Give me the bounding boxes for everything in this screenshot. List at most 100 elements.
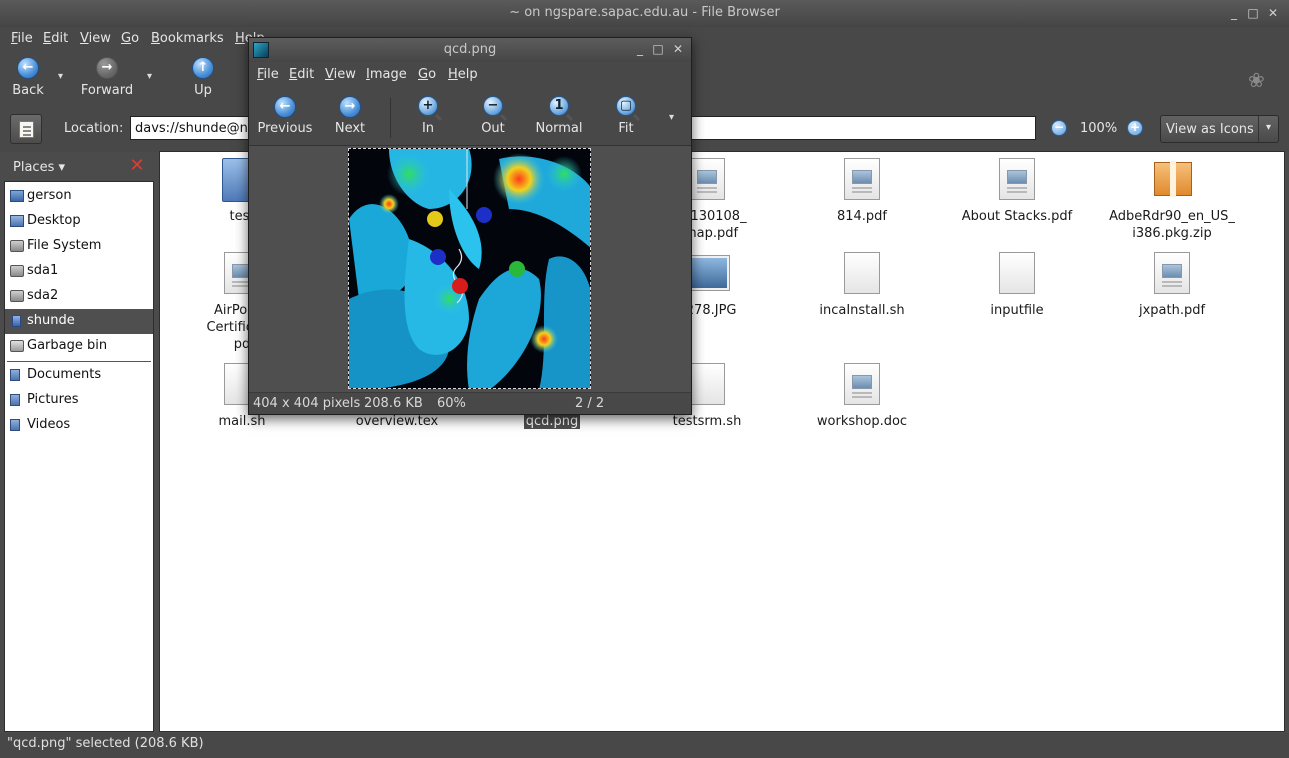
file-name: mail.sh	[218, 414, 266, 429]
status-text: "qcd.png" selected (208.6 KB)	[7, 736, 204, 751]
zoom-level[interactable]: 100%	[1080, 121, 1117, 136]
viewer-menubar: File Edit View Image Go Help	[249, 62, 691, 88]
up-arrow-icon: ↑	[192, 57, 214, 79]
file-name: incaInstall.sh	[819, 303, 905, 318]
file-item[interactable]: inputfile	[942, 252, 1092, 319]
blank-file-icon	[999, 252, 1035, 294]
sidebar-item-sda1[interactable]: sda1	[5, 259, 153, 284]
zoom-normal-icon: 1	[549, 96, 569, 116]
sidebar-item-videos[interactable]: Videos	[5, 413, 153, 438]
next-arrow-icon: →	[339, 96, 361, 118]
places-label: Places	[13, 160, 55, 175]
menu-edit[interactable]: Edit	[289, 67, 314, 82]
menu-image[interactable]: Image	[366, 67, 407, 82]
menu-file[interactable]: File	[257, 67, 279, 82]
back-button[interactable]: ← Back	[5, 57, 51, 103]
document-icon	[999, 158, 1035, 200]
file-item[interactable]: incaInstall.sh	[787, 252, 937, 319]
view-mode-select[interactable]: View as Icons ▾	[1160, 115, 1279, 143]
folder-icon	[10, 394, 20, 406]
previous-arrow-icon: ←	[274, 96, 296, 118]
home-folder-icon	[10, 190, 24, 202]
image-position: 2 / 2	[575, 396, 605, 411]
maximize-icon[interactable]: □	[1246, 6, 1260, 20]
minimize-icon[interactable]: _	[1227, 6, 1241, 20]
menu-view[interactable]: View	[325, 67, 356, 82]
menu-go[interactable]: Go	[418, 67, 436, 82]
sidebar-item-desktop[interactable]: Desktop	[5, 209, 153, 234]
sidebar-item-label: sda2	[27, 288, 59, 303]
normal-size-button[interactable]: 1 Normal	[532, 96, 586, 142]
toggle-location-entry-button[interactable]	[10, 114, 42, 144]
file-item[interactable]: jxpath.pdf	[1097, 252, 1247, 319]
viewer-statusbar: 404 x 404 pixels 208.6 KB 60% 2 / 2	[249, 392, 691, 414]
zoom-in-button[interactable]: + In	[406, 96, 450, 142]
file-name: jxpath.pdf	[1138, 303, 1206, 318]
sidebar-header: Places ▾ ✕	[4, 153, 154, 181]
file-item[interactable]: AdbeRdr90_en_US_ i386.pkg.zip	[1097, 158, 1247, 242]
desktop-icon	[10, 215, 24, 227]
menu-help[interactable]: Help	[448, 67, 478, 82]
forward-history-dropdown[interactable]: ▾	[147, 71, 152, 82]
statusbar: "qcd.png" selected (208.6 KB)	[0, 733, 1289, 758]
qcd-visualization	[349, 149, 590, 388]
up-label: Up	[194, 83, 212, 98]
close-sidebar-icon[interactable]: ✕	[129, 157, 145, 175]
places-dropdown[interactable]: Places ▾	[13, 160, 65, 175]
file-item[interactable]: About Stacks.pdf	[942, 158, 1092, 225]
normal-size-label: Normal	[535, 121, 583, 136]
folder-icon	[10, 419, 20, 431]
forward-label: Forward	[80, 83, 134, 98]
menu-file[interactable]: File	[11, 31, 33, 46]
sidebar-item-garbage-bin[interactable]: Garbage bin	[5, 334, 153, 359]
window-titlebar[interactable]: ~ on ngspare.sapac.edu.au - File Browser…	[0, 0, 1289, 27]
gnome-foot-icon: ❀	[1248, 68, 1265, 92]
best-fit-label: Fit	[618, 121, 634, 136]
view-mode-value: View as Icons	[1166, 122, 1254, 137]
sidebar-item-shunde[interactable]: shunde	[5, 309, 153, 334]
menu-edit[interactable]: Edit	[43, 31, 68, 46]
package-icon	[1154, 161, 1192, 197]
image-canvas[interactable]	[249, 146, 691, 392]
close-icon[interactable]: ✕	[1266, 6, 1280, 20]
sidebar-item-documents[interactable]: Documents	[5, 363, 153, 388]
zoom-in-icon[interactable]: +	[1127, 120, 1143, 136]
sidebar-item-label: gerson	[27, 188, 72, 203]
viewer-titlebar[interactable]: qcd.png _ □ ✕	[249, 38, 691, 62]
sidebar-item-label: Desktop	[27, 213, 81, 228]
sidebar-item-sda2[interactable]: sda2	[5, 284, 153, 309]
previous-button[interactable]: ← Previous	[255, 96, 315, 142]
file-item[interactable]: workshop.doc	[787, 363, 937, 430]
drive-icon	[10, 290, 24, 302]
file-name: qcd.png	[523, 414, 581, 429]
sidebar-item-pictures[interactable]: Pictures	[5, 388, 153, 413]
back-arrow-icon: ←	[17, 57, 39, 79]
best-fit-button[interactable]: ▢ Fit	[604, 96, 648, 142]
qcd-image	[348, 148, 591, 389]
file-name: workshop.doc	[816, 414, 908, 429]
drive-icon	[10, 265, 24, 277]
image-viewer-window: qcd.png _ □ ✕ File Edit View Image Go He…	[248, 37, 692, 415]
zoom-out-button[interactable]: − Out	[471, 96, 515, 142]
sidebar-item-gerson[interactable]: gerson	[5, 184, 153, 209]
file-item[interactable]: 814.pdf	[787, 158, 937, 225]
blank-file-icon	[689, 363, 725, 405]
image-zoom: 60%	[437, 396, 466, 411]
forward-arrow-icon: →	[96, 57, 118, 79]
next-button[interactable]: → Next	[327, 96, 373, 142]
zoom-out-icon[interactable]: −	[1051, 120, 1067, 136]
close-icon[interactable]: ✕	[671, 42, 685, 56]
sidebar-item-label: sda1	[27, 263, 59, 278]
menu-bookmarks[interactable]: Bookmarks	[151, 31, 224, 46]
forward-button[interactable]: → Forward	[78, 57, 136, 103]
menu-view[interactable]: View	[80, 31, 111, 46]
menu-go[interactable]: Go	[121, 31, 139, 46]
minimize-icon[interactable]: _	[633, 42, 647, 56]
toolbar-overflow-icon[interactable]: ▾	[669, 112, 674, 123]
zoom-out-label: Out	[481, 121, 505, 136]
sidebar-item-file-system[interactable]: File System	[5, 234, 153, 259]
viewer-toolbar: ← Previous → Next + In − Out 1 Normal ▢ …	[249, 88, 691, 146]
up-button[interactable]: ↑ Up	[184, 57, 222, 103]
back-history-dropdown[interactable]: ▾	[58, 71, 63, 82]
maximize-icon[interactable]: □	[651, 42, 665, 56]
